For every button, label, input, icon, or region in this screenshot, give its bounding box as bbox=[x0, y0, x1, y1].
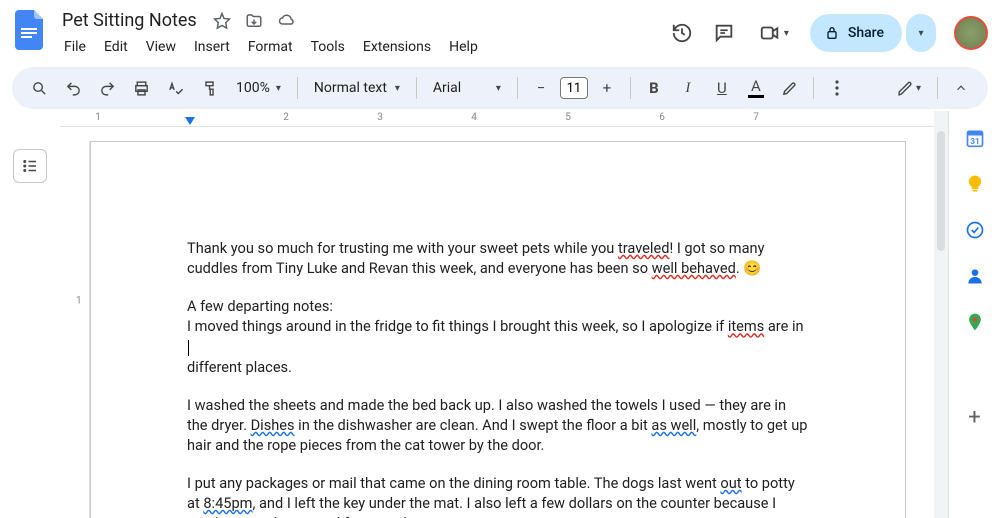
star-icon[interactable] bbox=[213, 12, 231, 30]
header-actions: ▾ Share ▾ bbox=[668, 14, 988, 52]
maps-icon[interactable] bbox=[964, 311, 986, 333]
page-wrap: 1 Thank you so much for trusting me with… bbox=[60, 127, 934, 518]
paragraph[interactable]: Thank you so much for trusting me with y… bbox=[187, 238, 809, 278]
separator bbox=[630, 77, 631, 99]
undo-icon[interactable] bbox=[58, 73, 88, 103]
menu-view[interactable]: View bbox=[138, 35, 184, 59]
menu-insert[interactable]: Insert bbox=[186, 35, 238, 59]
document-scroll[interactable]: 1 2 3 4 5 6 7 1 Thank you so much for tr… bbox=[60, 111, 934, 518]
menu-edit[interactable]: Edit bbox=[96, 35, 136, 59]
indent-marker[interactable] bbox=[185, 117, 195, 125]
tasks-icon[interactable] bbox=[964, 219, 986, 241]
history-icon[interactable] bbox=[668, 19, 696, 47]
ruler-tick: 3 bbox=[377, 112, 383, 123]
title-area: Pet Sitting Notes File Edit View Insert … bbox=[56, 8, 660, 59]
cloud-status-icon[interactable] bbox=[277, 12, 297, 30]
menu-file[interactable]: File bbox=[56, 35, 94, 59]
pen-icon[interactable]: ▾ bbox=[889, 73, 929, 103]
grammar-suggestion[interactable]: up bbox=[222, 514, 238, 518]
ruler-tick: 2 bbox=[283, 112, 289, 123]
menu-tools[interactable]: Tools bbox=[303, 35, 353, 59]
content-area: 1 2 3 4 5 6 7 1 Thank you so much for tr… bbox=[0, 111, 1000, 518]
left-gutter bbox=[0, 111, 60, 518]
paragraph[interactable]: A few departing notes: bbox=[187, 296, 809, 316]
move-icon[interactable] bbox=[245, 12, 263, 30]
contacts-icon[interactable] bbox=[964, 265, 986, 287]
paragraph[interactable]: I moved things around in the fridge to f… bbox=[187, 316, 809, 376]
grammar-suggestion[interactable]: as well bbox=[651, 416, 696, 434]
calendar-icon[interactable]: 31 bbox=[964, 127, 986, 149]
spellcheck-icon[interactable] bbox=[160, 73, 190, 103]
title-row: Pet Sitting Notes bbox=[56, 8, 660, 33]
separator bbox=[297, 77, 298, 99]
bold-button[interactable]: B bbox=[639, 73, 669, 103]
toolbar: 100%▾ Normal text▾ Arial▾ − + B I U A ▾ bbox=[12, 67, 988, 109]
share-dropdown-button[interactable]: ▾ bbox=[906, 14, 936, 52]
side-panel: 31 + bbox=[948, 111, 1000, 518]
horizontal-ruler[interactable]: 1 2 3 4 5 6 7 bbox=[60, 111, 934, 127]
paragraph-style-select[interactable]: Normal text▾ bbox=[306, 80, 408, 96]
svg-text:31: 31 bbox=[970, 137, 980, 147]
share-button[interactable]: Share bbox=[810, 14, 902, 52]
font-value: Arial bbox=[433, 80, 461, 96]
ruler-tick: 5 bbox=[565, 112, 571, 123]
keep-icon[interactable] bbox=[964, 173, 986, 195]
more-tools-icon[interactable] bbox=[822, 73, 852, 103]
account-avatar[interactable] bbox=[954, 16, 988, 50]
grammar-suggestion[interactable]: out bbox=[720, 474, 741, 492]
spelling-error[interactable]: well behaved bbox=[652, 259, 736, 277]
font-size-increase[interactable]: + bbox=[592, 73, 622, 103]
ruler-tick: 4 bbox=[471, 112, 477, 123]
font-size-decrease[interactable]: − bbox=[526, 73, 556, 103]
menu-extensions[interactable]: Extensions bbox=[355, 35, 439, 59]
separator bbox=[517, 77, 518, 99]
zoom-select[interactable]: 100%▾ bbox=[228, 80, 289, 96]
ruler-tick: 7 bbox=[753, 112, 759, 123]
collapse-toolbar-icon[interactable] bbox=[946, 73, 976, 103]
meet-icon[interactable]: ▾ bbox=[752, 19, 796, 47]
font-select[interactable]: Arial▾ bbox=[425, 80, 509, 96]
highlight-button[interactable] bbox=[775, 73, 805, 103]
text-color-button[interactable]: A bbox=[741, 73, 771, 103]
ruler-tick: 1 bbox=[95, 112, 101, 123]
separator bbox=[416, 77, 417, 99]
search-icon[interactable] bbox=[24, 73, 54, 103]
scrollbar-thumb[interactable] bbox=[937, 131, 945, 251]
print-icon[interactable] bbox=[126, 73, 156, 103]
paint-format-icon[interactable] bbox=[194, 73, 224, 103]
paragraph[interactable]: I put any packages or mail that came on … bbox=[187, 473, 809, 518]
ruler-tick: 6 bbox=[659, 112, 665, 123]
menu-help[interactable]: Help bbox=[441, 35, 486, 59]
comments-icon[interactable] bbox=[710, 19, 738, 47]
share-button-label: Share bbox=[848, 25, 884, 41]
docs-logo[interactable] bbox=[12, 12, 48, 48]
separator bbox=[937, 77, 938, 99]
underline-button[interactable]: U bbox=[707, 73, 737, 103]
text-cursor bbox=[188, 340, 189, 356]
zoom-value: 100% bbox=[236, 80, 270, 96]
separator bbox=[813, 77, 814, 99]
redo-icon[interactable] bbox=[92, 73, 122, 103]
grammar-suggestion[interactable]: 8:45pm bbox=[203, 494, 252, 512]
italic-button[interactable]: I bbox=[673, 73, 703, 103]
paragraph-style-value: Normal text bbox=[314, 80, 387, 96]
font-size-group: − + bbox=[526, 73, 622, 103]
paragraph[interactable]: I washed the sheets and made the bed bac… bbox=[187, 395, 809, 455]
document-page[interactable]: Thank you so much for trusting me with y… bbox=[90, 141, 906, 518]
vertical-ruler[interactable]: 1 bbox=[74, 141, 90, 518]
vertical-scrollbar[interactable] bbox=[934, 111, 948, 518]
spelling-error[interactable]: items bbox=[728, 317, 764, 335]
toolbar-right: ▾ bbox=[889, 73, 976, 103]
menu-bar: File Edit View Insert Format Tools Exten… bbox=[56, 35, 660, 59]
menu-format[interactable]: Format bbox=[240, 35, 301, 59]
outline-toggle-button[interactable] bbox=[13, 149, 47, 183]
title-icons bbox=[213, 12, 297, 30]
app-header: Pet Sitting Notes File Edit View Insert … bbox=[0, 0, 1000, 59]
grammar-suggestion[interactable]: Dishes bbox=[251, 416, 295, 434]
add-addon-icon[interactable]: + bbox=[964, 406, 986, 428]
font-size-input[interactable] bbox=[560, 77, 588, 99]
spelling-error[interactable]: traveled bbox=[618, 239, 670, 257]
vruler-tick: 1 bbox=[76, 296, 82, 307]
document-title[interactable]: Pet Sitting Notes bbox=[56, 8, 203, 33]
